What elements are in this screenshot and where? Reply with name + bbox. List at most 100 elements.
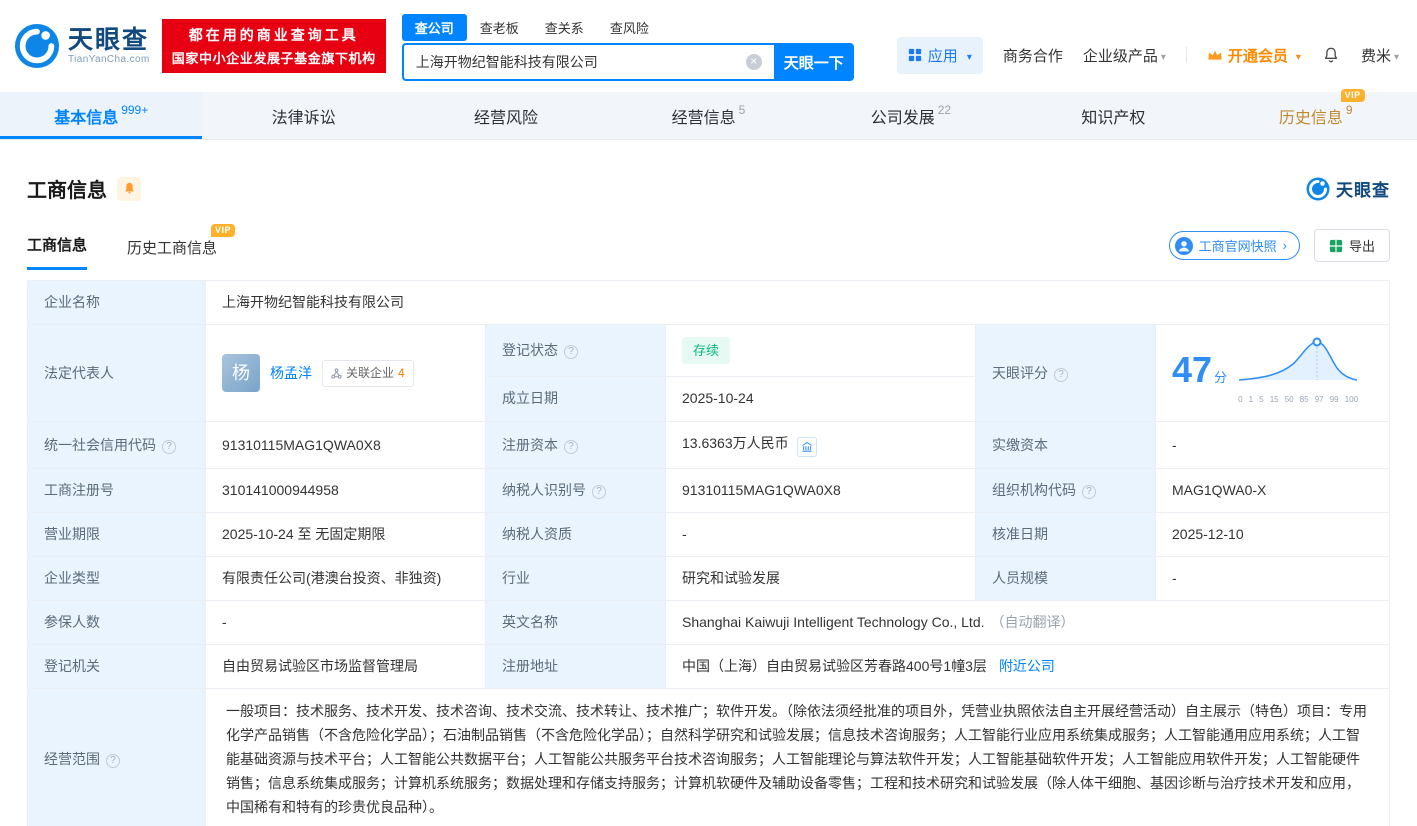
search-block: 查公司 查老板 查关系 查风险 天眼一下 — [402, 15, 854, 81]
table-row: 企业类型 有限责任公司(港澳台投资、非独资) 行业 研究和试验发展 人员规模 - — [28, 557, 1390, 601]
tab-label: 历史信息 — [1279, 104, 1343, 128]
tab-legal-litigation[interactable]: 法律诉讼 — [202, 92, 404, 139]
score-unit: 分 — [1214, 370, 1227, 385]
network-icon — [331, 368, 342, 379]
export-button[interactable]: 导出 — [1314, 229, 1390, 262]
tick: 5 — [1259, 389, 1263, 410]
table-row: 法定代表人 杨 杨孟洋 关联企业 4 登记状态 存续 天眼评分 — [28, 325, 1390, 377]
notification-bell-icon[interactable] — [1321, 45, 1341, 65]
label-text: 统一社会信用代码 — [44, 437, 156, 453]
help-icon[interactable] — [1054, 368, 1068, 382]
taxpayer-no-value: 91310115MAG1QWA0X8 — [666, 469, 976, 513]
monitor-bell-icon[interactable] — [117, 177, 141, 201]
nav-open-vip[interactable]: 开通会员 — [1207, 45, 1301, 66]
company-name-value: 上海开物纪智能科技有限公司 — [206, 281, 1390, 325]
label-text: 人员规模 — [992, 570, 1048, 586]
help-icon[interactable] — [162, 440, 176, 454]
brand-name: 天眼查 — [68, 27, 150, 53]
related-companies-label: 关联企业 — [346, 363, 394, 384]
search-input[interactable] — [402, 43, 774, 81]
label-text: 天眼评分 — [992, 365, 1048, 381]
label-text: 营业期限 — [44, 526, 100, 542]
chevron-down-icon — [1158, 47, 1166, 64]
business-scope-label: 经营范围 — [28, 689, 206, 826]
search-tab-relation[interactable]: 查关系 — [532, 14, 597, 41]
export-label: 导出 — [1349, 236, 1375, 255]
official-snapshot-button[interactable]: 工商官网快照 — [1169, 231, 1300, 260]
apps-grid-icon — [908, 48, 922, 62]
help-icon[interactable] — [592, 485, 606, 499]
search-tab-risk[interactable]: 查风险 — [597, 14, 662, 41]
paid-capital-label: 实缴资本 — [976, 422, 1156, 469]
english-name-text: Shanghai Kaiwuji Intelligent Technology … — [682, 614, 985, 630]
org-code-label: 组织机构代码 — [976, 469, 1156, 513]
search-input-wrap — [402, 43, 774, 81]
vip-badge: VIP — [211, 224, 235, 237]
company-type-label: 企业类型 — [28, 557, 206, 601]
vip-badge: VIP — [1341, 89, 1365, 102]
nav-business-cooperation[interactable]: 商务合作 — [1003, 45, 1063, 66]
nav-enterprise-products[interactable]: 企业级产品 — [1083, 45, 1166, 66]
apps-button[interactable]: 应用 — [897, 37, 983, 74]
label-text: 注册地址 — [502, 658, 558, 674]
banner-line1: 都在用的商业查询工具 — [172, 25, 376, 45]
english-name-value: Shanghai Kaiwuji Intelligent Technology … — [666, 601, 1390, 645]
tianyancha-logo[interactable]: 天眼查 TianYanCha.com — [14, 23, 150, 69]
section-watermark-logo: 天眼查 — [1306, 176, 1390, 201]
subtab-business-info[interactable]: 工商信息 — [27, 234, 87, 270]
company-name-label: 企业名称 — [28, 281, 206, 325]
related-companies-count: 4 — [398, 363, 405, 384]
reg-no-label: 工商注册号 — [28, 469, 206, 513]
subtab-history-business-info[interactable]: 历史工商信息 VIP — [127, 237, 217, 270]
tab-badge: 999+ — [121, 103, 148, 117]
tab-history-info[interactable]: 历史信息 9 VIP — [1215, 92, 1417, 139]
label-text: 企业名称 — [44, 294, 100, 310]
taxpayer-qualification-value: - — [666, 513, 976, 557]
search-tab-company[interactable]: 查公司 — [402, 14, 467, 41]
reg-capital-text: 13.6363万人民币 — [682, 435, 789, 451]
legal-rep-name-link[interactable]: 杨孟洋 — [270, 363, 312, 384]
tab-operation-info[interactable]: 经营信息 5 — [607, 92, 809, 139]
user-menu[interactable]: 费米 — [1361, 45, 1399, 66]
tab-basic-info[interactable]: 基本信息 999+ — [0, 92, 202, 139]
help-icon[interactable] — [564, 345, 578, 359]
legal-rep-value: 杨 杨孟洋 关联企业 4 — [206, 325, 486, 422]
tab-operation-risk[interactable]: 经营风险 — [405, 92, 607, 139]
label-text: 实缴资本 — [992, 437, 1048, 453]
related-companies-tag[interactable]: 关联企业 4 — [322, 360, 414, 387]
help-icon[interactable] — [1082, 485, 1096, 499]
help-icon[interactable] — [106, 754, 120, 768]
capital-convert-icon[interactable] — [797, 437, 817, 457]
auto-translate-note: （自动翻译） — [991, 614, 1075, 630]
table-row: 工商注册号 310141000944958 纳税人识别号 91310115MAG… — [28, 469, 1390, 513]
chevron-down-icon — [964, 47, 972, 64]
help-icon[interactable] — [564, 440, 578, 454]
tab-intellectual-property[interactable]: 知识产权 — [1012, 92, 1214, 139]
address-label: 注册地址 — [486, 645, 666, 689]
taxpayer-qualification-label: 纳税人资质 — [486, 513, 666, 557]
tick: 0 — [1238, 389, 1242, 410]
legal-rep-avatar[interactable]: 杨 — [222, 354, 260, 392]
status-badge: 存续 — [682, 337, 730, 364]
reg-capital-label: 注册资本 — [486, 422, 666, 469]
crown-icon — [1207, 49, 1223, 61]
tab-company-development[interactable]: 公司发展 22 — [810, 92, 1012, 139]
chevron-right-icon — [1283, 238, 1287, 253]
establish-date-label: 成立日期 — [486, 376, 666, 421]
enterprise-products-label: 企业级产品 — [1083, 45, 1158, 66]
search-button[interactable]: 天眼一下 — [774, 43, 854, 81]
nearby-companies-link[interactable]: 附近公司 — [999, 658, 1055, 674]
reg-authority-label: 登记机关 — [28, 645, 206, 689]
clear-icon[interactable] — [746, 54, 762, 70]
label-text: 注册资本 — [502, 437, 558, 453]
search-tab-boss[interactable]: 查老板 — [467, 14, 532, 41]
industry-label: 行业 — [486, 557, 666, 601]
business-term-value: 2025-10-24 至 无固定期限 — [206, 513, 486, 557]
search-row: 天眼一下 — [402, 43, 854, 81]
brand-domain: TianYanCha.com — [68, 54, 150, 65]
table-row: 参保人数 - 英文名称 Shanghai Kaiwuji Intelligent… — [28, 601, 1390, 645]
label-text: 法定代表人 — [44, 365, 114, 381]
reg-no-value: 310141000944958 — [206, 469, 486, 513]
banner-line2: 国家中小企业发展子基金旗下机构 — [172, 48, 376, 67]
tick: 100 — [1345, 389, 1358, 410]
